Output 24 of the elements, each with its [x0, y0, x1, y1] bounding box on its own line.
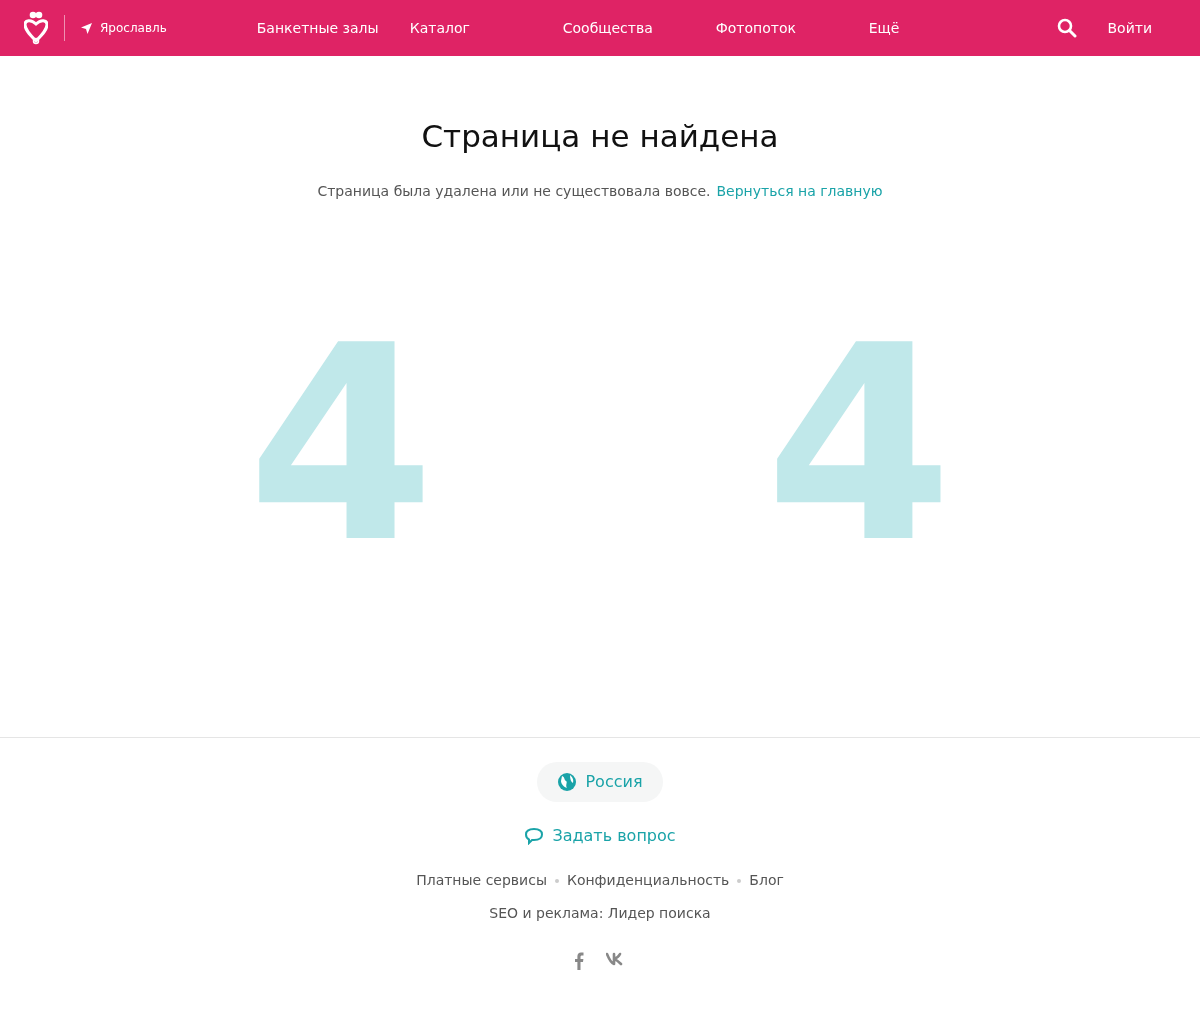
- footer-link[interactable]: Платные сервисы: [416, 870, 547, 891]
- page-title: Страница не найдена: [421, 118, 779, 156]
- footer-link[interactable]: Блог: [749, 870, 784, 891]
- error-message: Страница была удалена или не существовала вовсе. Вернуться на главную: [317, 182, 883, 202]
- speech-bubble-icon: [524, 827, 545, 845]
- nav-link[interactable]: Фотопоток: [715, 17, 869, 39]
- nav-link[interactable]: Сообщества: [562, 17, 716, 39]
- nav-link[interactable]: Каталог: [409, 17, 563, 39]
- search-icon[interactable]: [1057, 18, 1078, 38]
- nav-link[interactable]: Ещё: [868, 17, 1022, 39]
- nav-link[interactable]: Банкетные залы: [256, 17, 410, 39]
- country-button[interactable]: Россия: [537, 762, 663, 802]
- seo-link[interactable]: SEO и реклама: Лидер поиска: [489, 903, 711, 924]
- error-digit: 4: [765, 310, 953, 581]
- home-link[interactable]: Вернуться на главную: [716, 183, 883, 200]
- footer-link[interactable]: Конфиденциальность: [566, 870, 730, 891]
- facebook-icon[interactable]: [574, 952, 584, 970]
- city-link[interactable]: Ярославль: [100, 19, 167, 37]
- location-arrow-icon: [81, 22, 92, 34]
- heart-logo-icon[interactable]: [24, 11, 48, 45]
- globe-icon: [557, 772, 578, 792]
- login-link[interactable]: Войти: [1107, 17, 1152, 39]
- error-digit: 4: [247, 310, 435, 581]
- ask-question-link[interactable]: Задать вопрос: [524, 824, 676, 848]
